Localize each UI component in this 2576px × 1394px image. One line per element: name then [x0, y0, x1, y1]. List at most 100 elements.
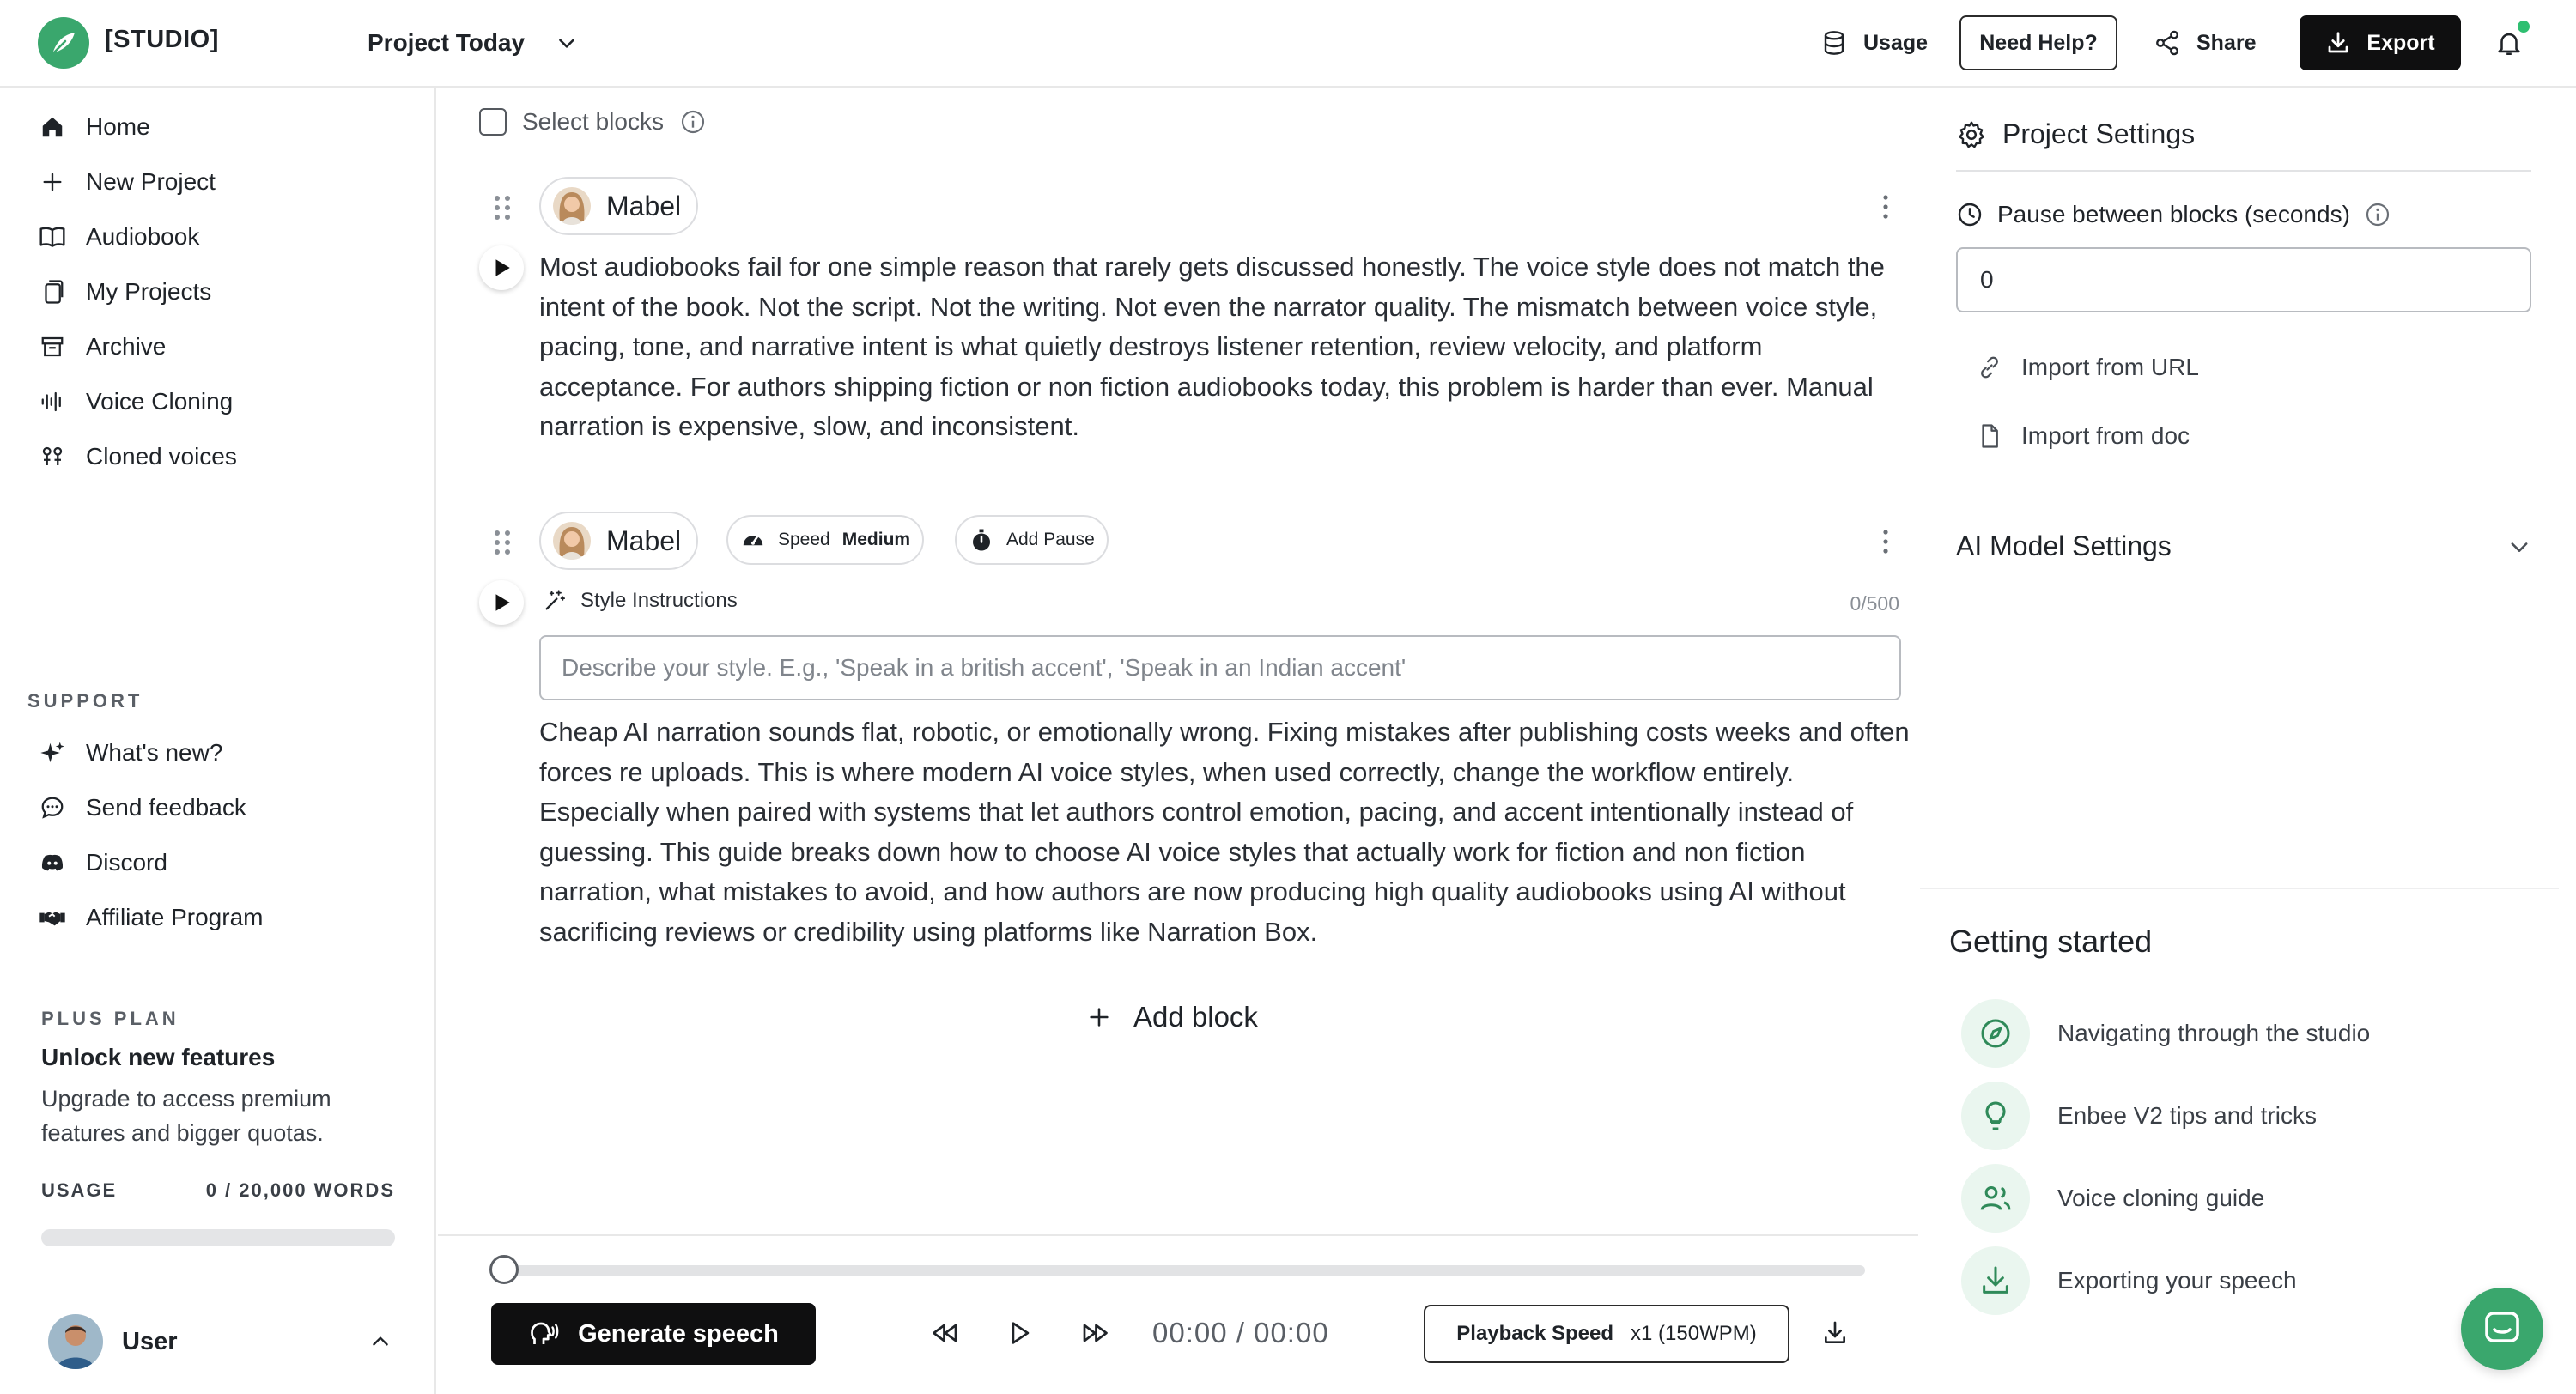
- add-pause-chip[interactable]: Add Pause: [955, 515, 1109, 565]
- drag-handle-icon[interactable]: [493, 194, 512, 221]
- top-bar: [STUDIO] Project Today Usage Need Help? …: [0, 0, 2576, 88]
- plan-description: Upgrade to access premium features and b…: [41, 1086, 331, 1146]
- block-text[interactable]: Cheap AI narration sounds flat, robotic,…: [539, 712, 1913, 952]
- sidebar-item-label: Audiobook: [86, 223, 200, 250]
- sidebar-item-home[interactable]: Home: [38, 103, 150, 151]
- sidebar-item-cloned-voices[interactable]: Cloned voices: [38, 433, 237, 481]
- play-icon: [495, 594, 510, 611]
- seek-handle[interactable]: [489, 1255, 519, 1284]
- users-icon: [1961, 1164, 2030, 1233]
- sidebar-item-label: My Projects: [86, 278, 212, 305]
- voice-selector[interactable]: Mabel: [539, 512, 699, 570]
- style-instructions-text: Style Instructions: [580, 589, 738, 612]
- chevron-up-icon: [373, 1336, 388, 1346]
- pause-between-blocks-label: Pause between blocks (seconds): [1956, 201, 2391, 228]
- sidebar-item-affiliate-program[interactable]: Affiliate Program: [38, 894, 263, 942]
- project-selector[interactable]: Project Today: [368, 19, 578, 67]
- sidebar-item-discord[interactable]: Discord: [38, 839, 167, 887]
- rewind-icon: [933, 1324, 957, 1342]
- need-help-button[interactable]: Need Help?: [1959, 15, 2117, 70]
- playback-speed-button[interactable]: Playback Speed x1 (150WPM): [1424, 1305, 1789, 1363]
- divider: [1956, 170, 2531, 172]
- usage-summary: USAGE 0 / 20,000 WORDS: [41, 1179, 395, 1202]
- voice-selector[interactable]: Mabel: [539, 177, 699, 235]
- sidebar-item-whats-new[interactable]: What's new?: [38, 729, 222, 777]
- add-block-button[interactable]: Add block: [1087, 1001, 1258, 1033]
- download-icon: [1961, 1246, 2030, 1315]
- getting-started-item[interactable]: Enbee V2 tips and tricks: [1961, 1082, 2317, 1150]
- download-audio-button[interactable]: [1815, 1313, 1855, 1353]
- magic-wand-icon: [545, 590, 566, 610]
- sidebar-item-label: Discord: [86, 849, 167, 876]
- stopwatch-icon: [973, 529, 990, 551]
- speed-chip[interactable]: Speed Medium: [726, 515, 925, 565]
- share-button[interactable]: Share: [2154, 15, 2256, 70]
- import-from-doc-button[interactable]: Import from doc: [1977, 422, 2190, 450]
- copy-icon: [38, 277, 67, 306]
- sidebar-item-label: Voice Cloning: [86, 388, 234, 415]
- block-text[interactable]: Most audiobooks fail for one simple reas…: [539, 247, 1913, 447]
- select-blocks-checkbox[interactable]: [479, 108, 507, 136]
- getting-started-item[interactable]: Voice cloning guide: [1961, 1164, 2264, 1233]
- share-label: Share: [2196, 30, 2257, 55]
- notifications-button[interactable]: [2488, 21, 2530, 64]
- drag-handle-icon[interactable]: [493, 529, 512, 556]
- usage-label: Usage: [1863, 30, 1929, 55]
- play-block-button[interactable]: [479, 580, 524, 625]
- sidebar-item-label: Cloned voices: [86, 443, 237, 470]
- link-icon: [1981, 356, 1998, 379]
- getting-started-label: Exporting your speech: [2057, 1267, 2297, 1294]
- bell-icon: [2498, 33, 2520, 56]
- user-menu[interactable]: User: [48, 1312, 392, 1372]
- getting-started-item[interactable]: Exporting your speech: [1961, 1246, 2297, 1315]
- sidebar-item-archive[interactable]: Archive: [38, 323, 166, 371]
- style-instructions-input[interactable]: [539, 635, 1901, 700]
- lightbulb-icon: [1961, 1082, 2030, 1150]
- more-options-icon[interactable]: [1877, 527, 1894, 556]
- generate-speech-label: Generate speech: [578, 1319, 779, 1348]
- chevron-down-icon: [559, 39, 574, 48]
- voice-name: Mabel: [606, 190, 682, 221]
- sidebar-item-label: Send feedback: [86, 794, 246, 821]
- style-char-count: 0/500: [1850, 592, 1899, 615]
- more-options-icon[interactable]: [1877, 192, 1894, 221]
- archive-icon: [38, 332, 67, 361]
- sidebar-item-new-project[interactable]: New Project: [38, 158, 216, 206]
- usage-button[interactable]: Usage: [1820, 15, 1928, 70]
- sidebar-item-my-projects[interactable]: My Projects: [38, 268, 211, 316]
- info-icon[interactable]: [2364, 201, 2391, 228]
- usage-summary-label: USAGE: [41, 1179, 118, 1201]
- pause-input[interactable]: [1956, 247, 2531, 312]
- generate-speech-button[interactable]: Generate speech: [491, 1303, 816, 1365]
- play-button[interactable]: [999, 1313, 1039, 1353]
- plan-title[interactable]: Unlock new features: [41, 1044, 275, 1071]
- getting-started-title: Getting started: [1949, 924, 2153, 959]
- plan-label: PLUS PLAN: [41, 1008, 179, 1029]
- info-icon[interactable]: [679, 108, 707, 136]
- seek-bar[interactable]: [503, 1265, 1865, 1276]
- compass-icon: [1961, 999, 2030, 1068]
- rewind-button[interactable]: [926, 1313, 965, 1353]
- fast-forward-button[interactable]: [1075, 1313, 1115, 1353]
- sidebar-item-send-feedback[interactable]: Send feedback: [38, 784, 246, 832]
- divider: [1920, 888, 2559, 889]
- getting-started-item[interactable]: Navigating through the studio: [1961, 999, 2370, 1068]
- support-chat-button[interactable]: [2461, 1288, 2543, 1370]
- select-blocks-toggle[interactable]: Select blocks: [479, 108, 707, 136]
- chat-bubble-icon: [38, 793, 67, 822]
- need-help-label: Need Help?: [1979, 30, 2098, 55]
- voice-avatar: [553, 187, 591, 225]
- play-icon: [495, 259, 510, 276]
- getting-started-label: Voice cloning guide: [2057, 1185, 2265, 1211]
- export-button[interactable]: Export: [2300, 15, 2461, 70]
- avatar: [48, 1314, 103, 1369]
- ai-model-settings-toggle[interactable]: AI Model Settings: [1956, 530, 2531, 562]
- app-logo-icon[interactable]: [38, 17, 89, 69]
- play-block-button[interactable]: [479, 245, 524, 290]
- playback-speed-value: x1 (150WPM): [1631, 1322, 1757, 1345]
- plus-icon: [1090, 1008, 1109, 1027]
- sidebar-item-audiobook[interactable]: Audiobook: [38, 213, 199, 261]
- sidebar-item-voice-cloning[interactable]: Voice Cloning: [38, 378, 233, 426]
- brand-name: [STUDIO]: [105, 26, 219, 53]
- import-from-url-button[interactable]: Import from URL: [1977, 354, 2199, 381]
